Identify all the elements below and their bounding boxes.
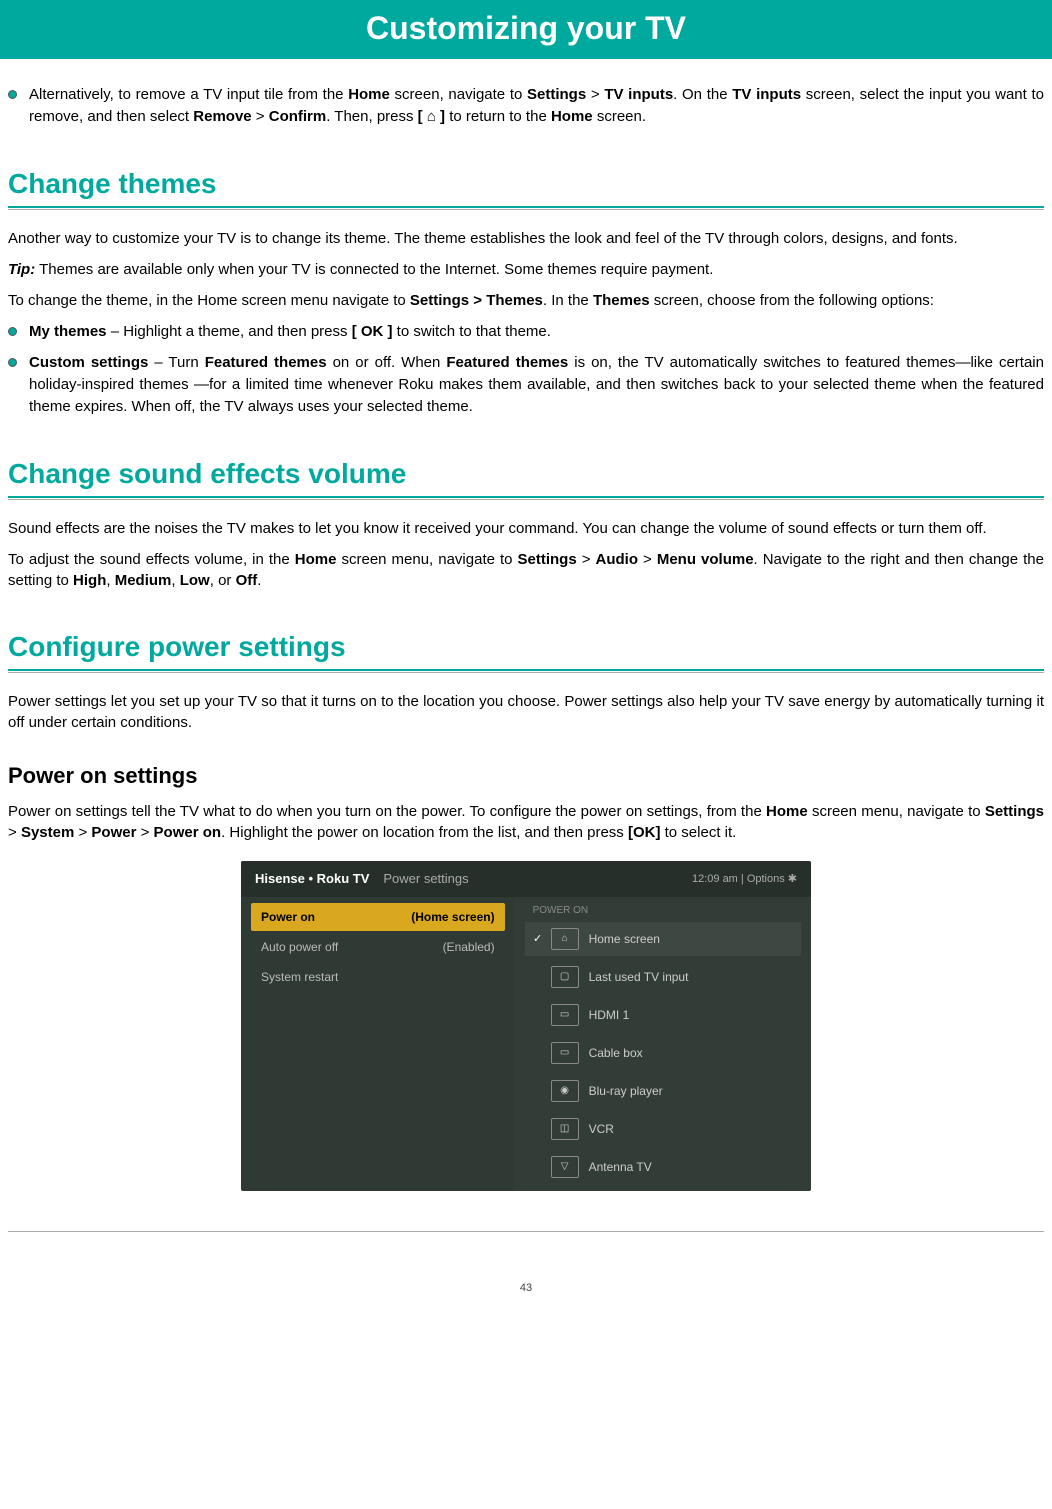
section-heading-power: Configure power settings [8,631,1044,663]
tv-left-panel: Power on(Home screen)Auto power off(Enab… [241,897,515,1191]
themes-p2: To change the theme, in the Home screen … [8,290,1044,311]
tv-right-item: ▭ Cable box [525,1036,801,1070]
bullet-icon [8,358,17,367]
section-heading-themes: Change themes [8,168,1044,200]
tv-right-item: ▽ Antenna TV [525,1150,801,1184]
themes-bullet1: My themes – Highlight a theme, and then … [8,321,1044,343]
power-on-subheading: Power on settings [8,763,1044,789]
tv-ui: Hisense • Roku TV Power settings 12:09 a… [241,861,811,1191]
tv-left-item: System restart [251,963,505,991]
tv-time-label: 12:09 am | Options ✱ [692,872,797,885]
themes-p1: Another way to customize your TV is to c… [8,228,1044,249]
option-label: Antenna TV [589,1160,652,1174]
tv-breadcrumb: Power settings [383,871,468,886]
themes-bullet2: Custom settings – Turn Featured themes o… [8,352,1044,417]
tv-right-item: ▭ HDMI 1 [525,998,801,1032]
bullet-icon [8,327,17,336]
tv-right-item: ◫ VCR [525,1112,801,1146]
option-label: Home screen [589,932,660,946]
option-icon: ▽ [551,1156,579,1178]
section-rule [8,669,1044,673]
tv-left-item: Power on(Home screen) [251,903,505,931]
sound-p1: Sound effects are the noises the TV make… [8,518,1044,539]
section-heading-sound: Change sound effects volume [8,458,1044,490]
tv-right-header: POWER ON [525,903,801,922]
option-label: HDMI 1 [589,1008,630,1022]
option-icon: ◉ [551,1080,579,1102]
option-icon: ◫ [551,1118,579,1140]
check-icon: ✓ [531,932,545,945]
themes-bullet2-text: Custom settings – Turn Featured themes o… [29,352,1044,417]
tv-left-item: Auto power off(Enabled) [251,933,505,961]
option-icon: ⌂ [551,928,579,950]
option-label: Last used TV input [589,970,689,984]
option-label: Cable box [589,1046,643,1060]
themes-tip: Tip: Themes are available only when your… [8,259,1044,280]
tv-right-list: ✓⌂Home screen▢Last used TV input▭HDMI 1▭… [525,922,801,1184]
tv-brand-label: Hisense • Roku TV [255,871,369,886]
section-rule [8,206,1044,210]
section-rule [8,496,1044,500]
power-p2: Power on settings tell the TV what to do… [8,801,1044,843]
option-label: Blu-ray player [589,1084,663,1098]
intro-text: Alternatively, to remove a TV input tile… [29,84,1044,128]
power-p1: Power settings let you set up your TV so… [8,691,1044,733]
tv-right-panel: POWER ON ✓ ⌂ Home screen ▢ Last used TV inpu… [515,897,811,1191]
tv-right-item: ◉ Blu-ray player [525,1074,801,1108]
tv-right-item: ✓ ⌂ Home screen [525,922,801,956]
sound-p2: To adjust the sound effects volume, in t… [8,549,1044,591]
tv-topbar: Hisense • Roku TV Power settings 12:09 a… [241,861,811,897]
content-area: Alternatively, to remove a TV input tile… [0,84,1052,1191]
option-icon: ▭ [551,1004,579,1026]
tv-right-item: ▢ Last used TV input [525,960,801,994]
bullet-icon [8,90,17,99]
page-number: 43 [8,1231,1044,1314]
option-icon: ▢ [551,966,579,988]
intro-bullet: Alternatively, to remove a TV input tile… [8,84,1044,128]
option-label: VCR [589,1122,614,1136]
tv-body: Power on(Home screen)Auto power off(Enab… [241,897,811,1191]
page-title: Customizing your TV [0,0,1052,59]
tv-screenshot: Hisense • Roku TV Power settings 12:09 a… [8,861,1044,1191]
option-icon: ▭ [551,1042,579,1064]
themes-bullet1-text: My themes – Highlight a theme, and then … [29,321,551,343]
